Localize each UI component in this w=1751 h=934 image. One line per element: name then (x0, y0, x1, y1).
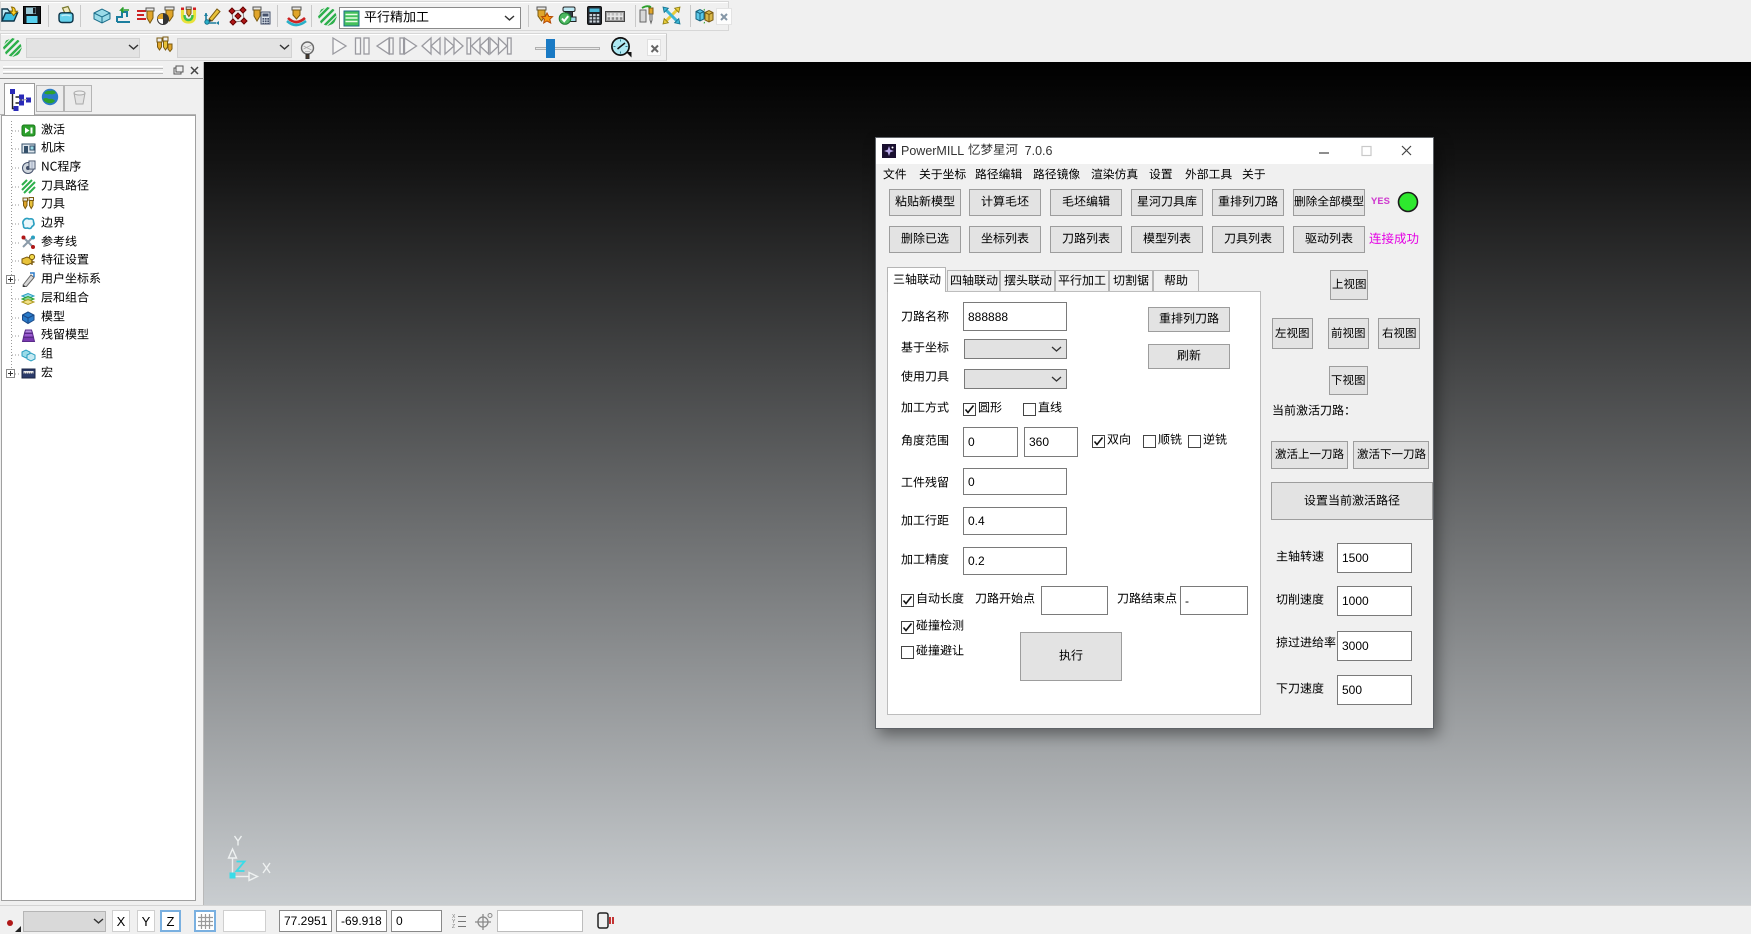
svg-text:Z: Z (452, 924, 455, 929)
